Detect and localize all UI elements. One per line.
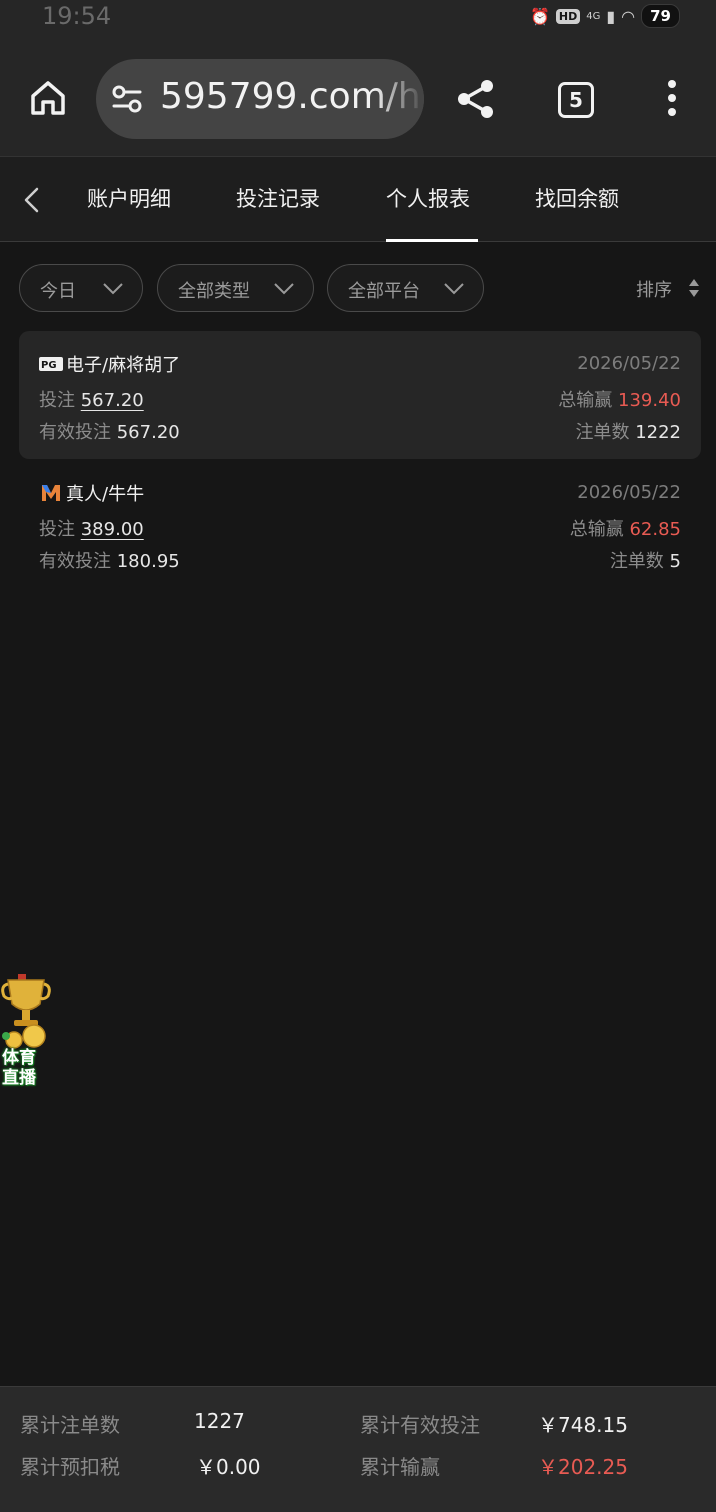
status-icons: ⏰ HD 4G ▮ ◠ 79 [530, 4, 680, 28]
tab-personal-report[interactable]: 个人报表 [386, 183, 470, 213]
type-filter[interactable]: 全部类型 [157, 264, 314, 312]
sports-live-widget[interactable]: 体育 直播 [0, 972, 52, 1096]
chevron-down-icon [444, 283, 464, 295]
battery-icon: 79 [641, 4, 680, 28]
wifi-icon: ◠ [621, 6, 636, 26]
type-filter-label: 全部类型 [178, 281, 250, 302]
tab-switcher-button[interactable]: 5 [558, 82, 594, 118]
bet-amount: 投注 567.20 [39, 390, 144, 411]
total-win-loss-label: 累计输赢 [360, 1455, 440, 1479]
network-type: 4G [586, 10, 601, 22]
home-icon[interactable] [28, 78, 68, 118]
report-nav: 账户明细 投注记录 个人报表 找回余额 [0, 156, 716, 242]
record-date: 2026/05/22 [577, 353, 681, 374]
bet-amount-link[interactable]: 389.00 [81, 519, 144, 540]
sports-live-label: 体育 直播 [2, 1048, 36, 1088]
bet-amount: 投注 389.00 [39, 519, 144, 540]
back-icon[interactable] [20, 185, 44, 215]
bet-amount-link[interactable]: 567.20 [81, 390, 144, 411]
report-record[interactable]: PG 电子/麻将胡了 2026/05/22 投注 567.20 总输赢 139.… [19, 331, 701, 459]
total-valid-bet-value: ￥748.15 [538, 1413, 628, 1437]
tab-account-details[interactable]: 账户明细 [87, 183, 171, 213]
total-win-loss-value: ￥202.25 [538, 1455, 628, 1479]
live-casino-logo-icon [42, 485, 60, 501]
total-orders-value: 1227 [194, 1409, 245, 1433]
tab-recover-balance[interactable]: 找回余额 [535, 183, 619, 213]
report-record[interactable]: 真人/牛牛 2026/05/22 投注 389.00 总输赢 62.85 有效投… [19, 460, 701, 588]
win-loss: 总输赢 62.85 [569, 519, 681, 540]
alarm-icon: ⏰ [529, 6, 550, 26]
date-filter-label: 今日 [40, 281, 76, 302]
platform-filter[interactable]: 全部平台 [327, 264, 484, 312]
sort-button[interactable]: 排序 [636, 276, 672, 302]
more-menu-icon[interactable] [662, 80, 682, 120]
tax-label: 累计预扣税 [20, 1455, 120, 1479]
total-valid-bet-label: 累计有效投注 [360, 1413, 480, 1437]
signal-icon: ▮ [606, 6, 616, 26]
platform-filter-label: 全部平台 [348, 281, 420, 302]
active-tab-indicator [386, 239, 478, 242]
site-settings-icon[interactable] [112, 85, 142, 113]
record-title: 电子/麻将胡了 [66, 355, 181, 376]
order-count: 注单数 5 [609, 551, 681, 572]
status-bar: 19:54 ⏰ HD 4G ▮ ◠ 79 [0, 0, 716, 34]
trophy-icon [1, 974, 51, 1049]
browser-toolbar: 595799.com/h 5 [0, 34, 716, 156]
valid-bet: 有效投注 180.95 [39, 551, 180, 572]
svg-text:PG: PG [41, 360, 57, 371]
sort-icon[interactable] [688, 278, 700, 298]
chevron-down-icon [103, 283, 123, 295]
tab-bet-records[interactable]: 投注记录 [236, 183, 320, 213]
pg-logo-icon: PG [39, 357, 63, 371]
tax-value: ￥0.00 [196, 1455, 261, 1479]
summary-footer: 累计注单数 1227 累计有效投注 ￥748.15 累计预扣税 ￥0.00 累计… [0, 1386, 716, 1512]
win-loss: 总输赢 139.40 [558, 390, 681, 411]
record-date: 2026/05/22 [577, 482, 681, 503]
share-icon[interactable] [456, 78, 496, 120]
date-filter[interactable]: 今日 [19, 264, 143, 312]
address-bar[interactable]: 595799.com/h [96, 59, 424, 139]
status-time: 19:54 [42, 2, 112, 30]
chevron-down-icon [274, 283, 294, 295]
valid-bet: 有效投注 567.20 [39, 422, 180, 443]
hd-icon: HD [555, 8, 581, 24]
total-orders-label: 累计注单数 [20, 1413, 120, 1437]
record-title: 真人/牛牛 [66, 484, 145, 505]
order-count: 注单数 1222 [575, 422, 681, 443]
